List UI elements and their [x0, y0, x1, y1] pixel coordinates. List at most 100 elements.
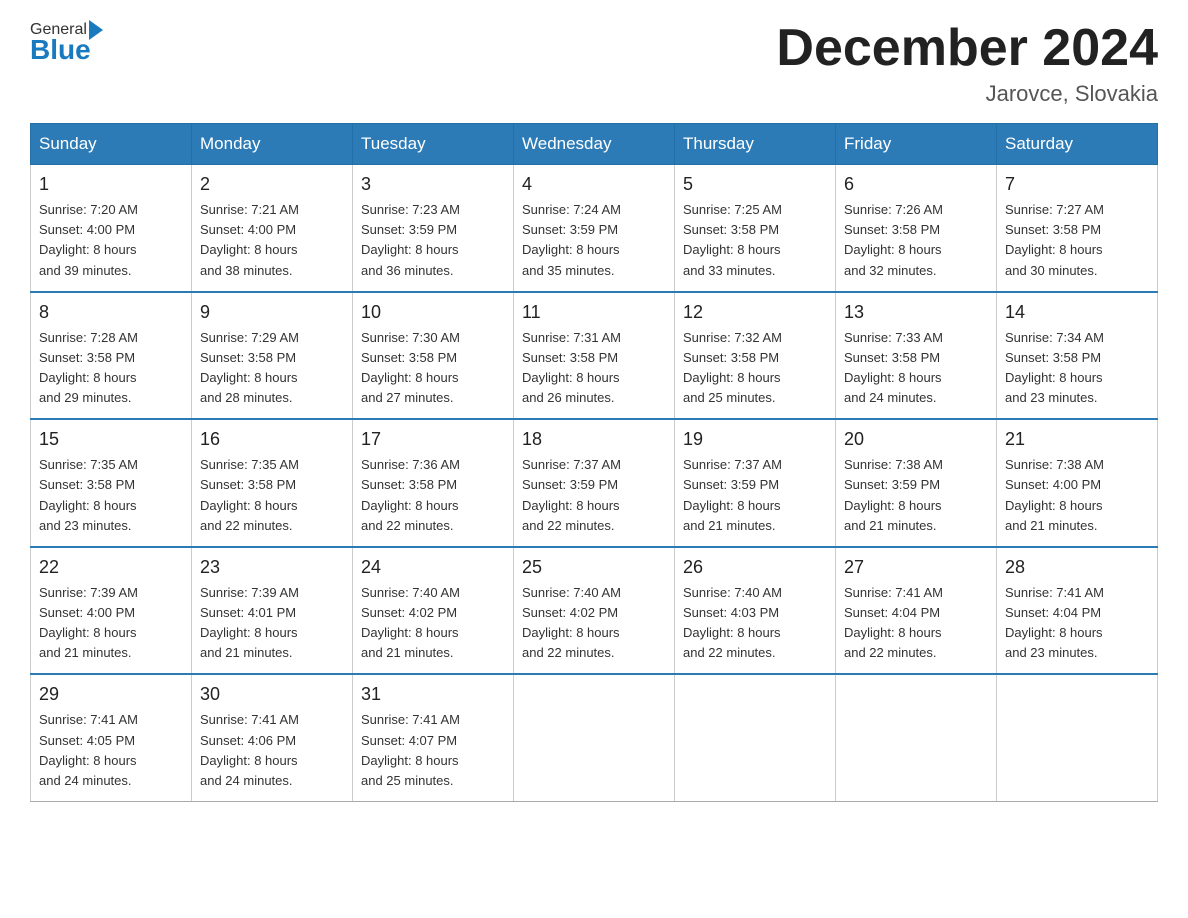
day-number: 19: [683, 426, 827, 453]
day-info: Sunrise: 7:32 AMSunset: 3:58 PMDaylight:…: [683, 328, 827, 409]
calendar-cell: [514, 674, 675, 801]
calendar-cell: 14Sunrise: 7:34 AMSunset: 3:58 PMDayligh…: [997, 292, 1158, 420]
day-info: Sunrise: 7:40 AMSunset: 4:02 PMDaylight:…: [361, 583, 505, 664]
day-info: Sunrise: 7:28 AMSunset: 3:58 PMDaylight:…: [39, 328, 183, 409]
calendar-cell: 22Sunrise: 7:39 AMSunset: 4:00 PMDayligh…: [31, 547, 192, 675]
day-number: 15: [39, 426, 183, 453]
weekday-header-friday: Friday: [836, 124, 997, 165]
day-info: Sunrise: 7:33 AMSunset: 3:58 PMDaylight:…: [844, 328, 988, 409]
weekday-header-saturday: Saturday: [997, 124, 1158, 165]
day-number: 8: [39, 299, 183, 326]
weekday-header-wednesday: Wednesday: [514, 124, 675, 165]
day-info: Sunrise: 7:34 AMSunset: 3:58 PMDaylight:…: [1005, 328, 1149, 409]
calendar-cell: 12Sunrise: 7:32 AMSunset: 3:58 PMDayligh…: [675, 292, 836, 420]
weekday-header-sunday: Sunday: [31, 124, 192, 165]
month-title: December 2024: [776, 20, 1158, 77]
day-info: Sunrise: 7:30 AMSunset: 3:58 PMDaylight:…: [361, 328, 505, 409]
calendar-week-row: 29Sunrise: 7:41 AMSunset: 4:05 PMDayligh…: [31, 674, 1158, 801]
day-number: 20: [844, 426, 988, 453]
day-number: 21: [1005, 426, 1149, 453]
day-number: 18: [522, 426, 666, 453]
calendar-cell: [675, 674, 836, 801]
day-info: Sunrise: 7:41 AMSunset: 4:06 PMDaylight:…: [200, 710, 344, 791]
day-info: Sunrise: 7:40 AMSunset: 4:02 PMDaylight:…: [522, 583, 666, 664]
calendar-cell: 19Sunrise: 7:37 AMSunset: 3:59 PMDayligh…: [675, 419, 836, 547]
calendar-week-row: 15Sunrise: 7:35 AMSunset: 3:58 PMDayligh…: [31, 419, 1158, 547]
calendar-cell: 16Sunrise: 7:35 AMSunset: 3:58 PMDayligh…: [192, 419, 353, 547]
day-info: Sunrise: 7:37 AMSunset: 3:59 PMDaylight:…: [522, 455, 666, 536]
day-info: Sunrise: 7:29 AMSunset: 3:58 PMDaylight:…: [200, 328, 344, 409]
day-number: 23: [200, 554, 344, 581]
day-info: Sunrise: 7:39 AMSunset: 4:01 PMDaylight:…: [200, 583, 344, 664]
weekday-header-row: SundayMondayTuesdayWednesdayThursdayFrid…: [31, 124, 1158, 165]
day-number: 16: [200, 426, 344, 453]
day-info: Sunrise: 7:38 AMSunset: 3:59 PMDaylight:…: [844, 455, 988, 536]
day-info: Sunrise: 7:24 AMSunset: 3:59 PMDaylight:…: [522, 200, 666, 281]
calendar-cell: 3Sunrise: 7:23 AMSunset: 3:59 PMDaylight…: [353, 165, 514, 292]
calendar-week-row: 22Sunrise: 7:39 AMSunset: 4:00 PMDayligh…: [31, 547, 1158, 675]
calendar-cell: 30Sunrise: 7:41 AMSunset: 4:06 PMDayligh…: [192, 674, 353, 801]
day-number: 22: [39, 554, 183, 581]
day-number: 6: [844, 171, 988, 198]
weekday-header-tuesday: Tuesday: [353, 124, 514, 165]
calendar-week-row: 8Sunrise: 7:28 AMSunset: 3:58 PMDaylight…: [31, 292, 1158, 420]
day-number: 4: [522, 171, 666, 198]
day-info: Sunrise: 7:25 AMSunset: 3:58 PMDaylight:…: [683, 200, 827, 281]
day-number: 3: [361, 171, 505, 198]
logo-arrow-icon: [89, 20, 103, 40]
logo-blue-text: Blue: [30, 34, 91, 66]
day-info: Sunrise: 7:26 AMSunset: 3:58 PMDaylight:…: [844, 200, 988, 281]
calendar-cell: 31Sunrise: 7:41 AMSunset: 4:07 PMDayligh…: [353, 674, 514, 801]
day-number: 1: [39, 171, 183, 198]
day-number: 25: [522, 554, 666, 581]
day-number: 30: [200, 681, 344, 708]
day-info: Sunrise: 7:41 AMSunset: 4:04 PMDaylight:…: [1005, 583, 1149, 664]
calendar-cell: 17Sunrise: 7:36 AMSunset: 3:58 PMDayligh…: [353, 419, 514, 547]
day-number: 5: [683, 171, 827, 198]
calendar-cell: 1Sunrise: 7:20 AMSunset: 4:00 PMDaylight…: [31, 165, 192, 292]
day-number: 11: [522, 299, 666, 326]
day-number: 7: [1005, 171, 1149, 198]
day-number: 29: [39, 681, 183, 708]
day-number: 28: [1005, 554, 1149, 581]
weekday-header-thursday: Thursday: [675, 124, 836, 165]
calendar-cell: 27Sunrise: 7:41 AMSunset: 4:04 PMDayligh…: [836, 547, 997, 675]
day-info: Sunrise: 7:20 AMSunset: 4:00 PMDaylight:…: [39, 200, 183, 281]
calendar-cell: 18Sunrise: 7:37 AMSunset: 3:59 PMDayligh…: [514, 419, 675, 547]
day-number: 12: [683, 299, 827, 326]
calendar-cell: 13Sunrise: 7:33 AMSunset: 3:58 PMDayligh…: [836, 292, 997, 420]
calendar-cell: [836, 674, 997, 801]
calendar-cell: 29Sunrise: 7:41 AMSunset: 4:05 PMDayligh…: [31, 674, 192, 801]
calendar-cell: 23Sunrise: 7:39 AMSunset: 4:01 PMDayligh…: [192, 547, 353, 675]
page-header: General Blue December 2024 Jarovce, Slov…: [30, 20, 1158, 107]
title-block: December 2024 Jarovce, Slovakia: [776, 20, 1158, 107]
calendar-cell: 2Sunrise: 7:21 AMSunset: 4:00 PMDaylight…: [192, 165, 353, 292]
calendar-cell: 15Sunrise: 7:35 AMSunset: 3:58 PMDayligh…: [31, 419, 192, 547]
calendar-cell: 25Sunrise: 7:40 AMSunset: 4:02 PMDayligh…: [514, 547, 675, 675]
day-info: Sunrise: 7:36 AMSunset: 3:58 PMDaylight:…: [361, 455, 505, 536]
day-info: Sunrise: 7:27 AMSunset: 3:58 PMDaylight:…: [1005, 200, 1149, 281]
calendar-week-row: 1Sunrise: 7:20 AMSunset: 4:00 PMDaylight…: [31, 165, 1158, 292]
calendar-cell: 7Sunrise: 7:27 AMSunset: 3:58 PMDaylight…: [997, 165, 1158, 292]
location-label: Jarovce, Slovakia: [776, 81, 1158, 107]
calendar-table: SundayMondayTuesdayWednesdayThursdayFrid…: [30, 123, 1158, 802]
day-number: 31: [361, 681, 505, 708]
day-info: Sunrise: 7:35 AMSunset: 3:58 PMDaylight:…: [39, 455, 183, 536]
day-info: Sunrise: 7:38 AMSunset: 4:00 PMDaylight:…: [1005, 455, 1149, 536]
calendar-cell: [997, 674, 1158, 801]
day-number: 26: [683, 554, 827, 581]
day-number: 14: [1005, 299, 1149, 326]
day-info: Sunrise: 7:40 AMSunset: 4:03 PMDaylight:…: [683, 583, 827, 664]
day-number: 10: [361, 299, 505, 326]
day-info: Sunrise: 7:41 AMSunset: 4:04 PMDaylight:…: [844, 583, 988, 664]
calendar-cell: 11Sunrise: 7:31 AMSunset: 3:58 PMDayligh…: [514, 292, 675, 420]
calendar-cell: 6Sunrise: 7:26 AMSunset: 3:58 PMDaylight…: [836, 165, 997, 292]
day-number: 27: [844, 554, 988, 581]
day-info: Sunrise: 7:41 AMSunset: 4:05 PMDaylight:…: [39, 710, 183, 791]
day-info: Sunrise: 7:41 AMSunset: 4:07 PMDaylight:…: [361, 710, 505, 791]
day-info: Sunrise: 7:23 AMSunset: 3:59 PMDaylight:…: [361, 200, 505, 281]
day-number: 17: [361, 426, 505, 453]
day-info: Sunrise: 7:31 AMSunset: 3:58 PMDaylight:…: [522, 328, 666, 409]
calendar-cell: 8Sunrise: 7:28 AMSunset: 3:58 PMDaylight…: [31, 292, 192, 420]
calendar-cell: 10Sunrise: 7:30 AMSunset: 3:58 PMDayligh…: [353, 292, 514, 420]
